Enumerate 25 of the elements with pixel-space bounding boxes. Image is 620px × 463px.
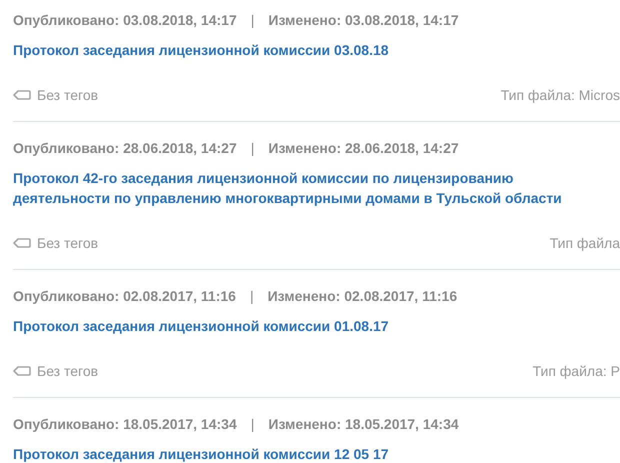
- published-date: Опубликовано: 03.08.2018, 14:17: [13, 11, 237, 30]
- tag-icon: [13, 366, 31, 376]
- document-link[interactable]: Протокол 42-го заседания лицензионной комиссии по лицензированию деятельности по управлению многоквартирными домами в Тульской области: [13, 168, 620, 208]
- file-type: Тип файла: Micros: [500, 86, 620, 105]
- published-date: Опубликовано: 28.06.2018, 14:27: [13, 139, 237, 158]
- separator: |: [250, 287, 254, 306]
- document-link[interactable]: Протокол заседания лицензионной комиссии 12 05 17: [13, 444, 620, 463]
- tags-label: Без тегов: [37, 86, 98, 105]
- document-link[interactable]: Протокол заседания лицензионной комиссии 01.08.17: [13, 316, 620, 336]
- tag-icon: [13, 238, 31, 248]
- published-date: Опубликовано: 18.05.2017, 14:34: [13, 415, 237, 434]
- tags-label: Без тегов: [37, 362, 98, 381]
- modified-date: Изменено: 28.06.2018, 14:27: [268, 139, 459, 158]
- document-link[interactable]: Протокол заседания лицензионной комиссии 03.08.18: [13, 40, 620, 60]
- separator: |: [250, 139, 254, 158]
- published-date: Опубликовано: 02.08.2017, 11:16: [13, 287, 236, 306]
- separator: |: [250, 415, 254, 434]
- separator: |: [250, 11, 254, 30]
- file-type: Тип файла: P: [532, 362, 620, 381]
- modified-date: Изменено: 18.05.2017, 14:34: [268, 415, 459, 434]
- modified-date: Изменено: 02.08.2017, 11:16: [268, 287, 458, 306]
- file-type: Тип файла: [550, 234, 620, 253]
- modified-date: Изменено: 03.08.2018, 14:17: [268, 11, 459, 30]
- tag-icon: [13, 90, 31, 100]
- tags-label: Без тегов: [37, 234, 98, 253]
